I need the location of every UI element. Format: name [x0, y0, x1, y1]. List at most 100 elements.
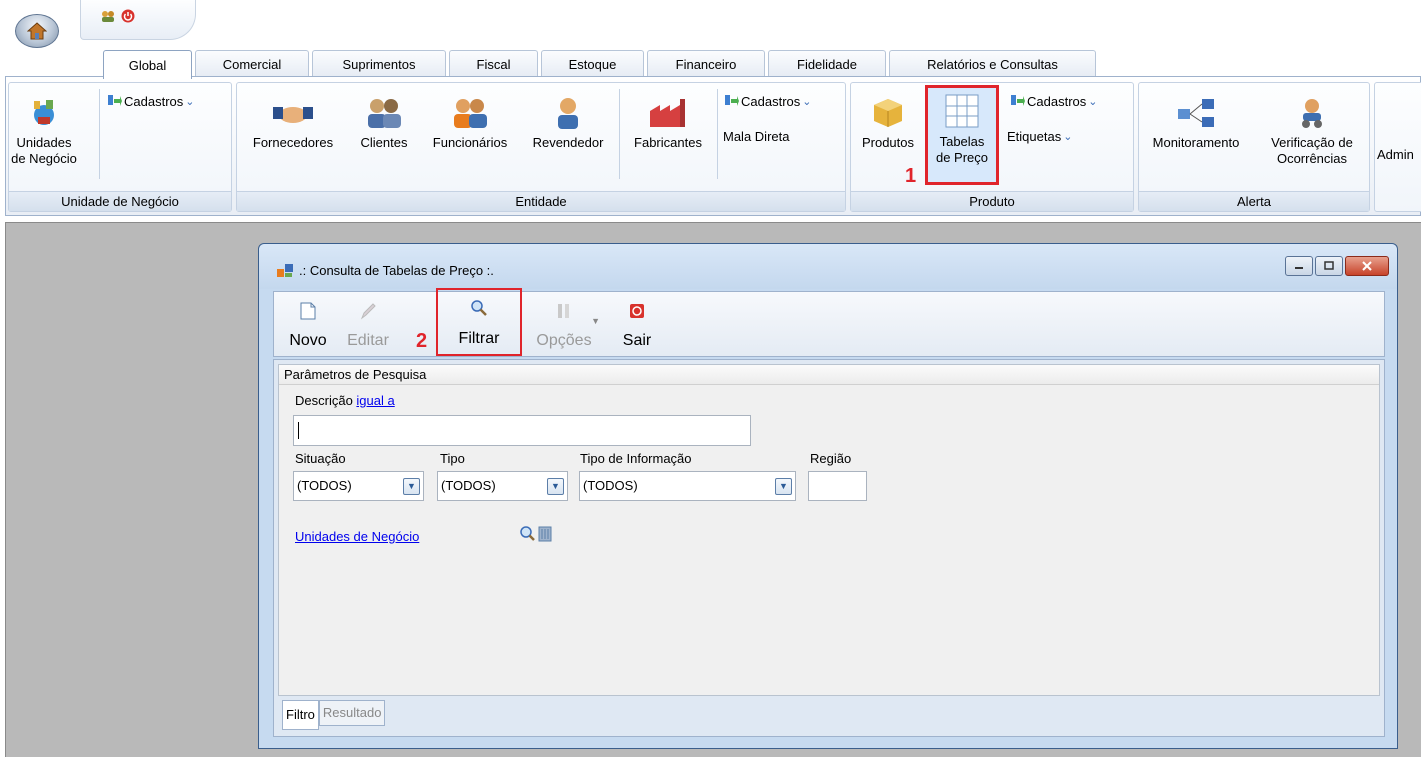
bottom-tabs: Filtro Resultado [282, 700, 386, 730]
tipo-value: (TODOS) [441, 478, 496, 493]
sair-button[interactable]: Sair [612, 296, 662, 356]
chevron-down-icon[interactable]: ▼ [775, 478, 792, 495]
tipo-select[interactable]: (TODOS) ▼ [437, 471, 568, 501]
tipo-informacao-select[interactable]: (TODOS) ▼ [579, 471, 796, 501]
funcionarios-label: Funcionários [432, 135, 508, 150]
cadastros-label: Cadastros [741, 93, 801, 109]
cadastros-label: Cadastros [1027, 93, 1087, 109]
reseller-icon [558, 98, 578, 129]
tab-relatorios-consultas[interactable]: Relatórios e Consultas [889, 50, 1096, 77]
unidades-negocio-link[interactable]: Unidades de Negócio [295, 529, 419, 544]
editar-label: Editar [347, 332, 389, 349]
tab-resultado[interactable]: Resultado [318, 700, 386, 726]
verificacao-ocorrencias-button[interactable]: Verificação de Ocorrências [1255, 97, 1369, 167]
window-toolbar: Novo Editar Filtrar 2 Opções ▼ Sair [273, 288, 1385, 357]
tabelas-label: Tabelas [939, 134, 985, 149]
title-bar [0, 0, 1421, 50]
tipo-label: Tipo [440, 451, 465, 466]
new-document-icon [300, 302, 316, 320]
import-icon [725, 95, 739, 106]
ribbon: Unidades de Negócio Cadastros ⌄ Unidade … [5, 76, 1421, 216]
box-icon [874, 99, 902, 127]
power-icon[interactable] [121, 9, 135, 23]
close-button[interactable] [1345, 256, 1389, 276]
separator [619, 89, 620, 179]
descricao-input[interactable] [293, 415, 751, 446]
ribbon-group-produto: Produtos Tabelas de Preço 1 Cadastros ⌄ … [850, 82, 1134, 212]
regiao-label: Região [810, 451, 852, 466]
group-label: Entidade [237, 191, 845, 211]
funcionarios-button[interactable]: Funcionários [419, 97, 521, 151]
regiao-input[interactable] [808, 471, 867, 501]
tipo-informacao-value: (TODOS) [583, 478, 638, 493]
cadastros-dropdown-produto[interactable]: Cadastros ⌄ [1009, 93, 1097, 109]
cadastros-dropdown-entidade[interactable]: Cadastros ⌄ [723, 93, 811, 109]
chevron-down-icon[interactable]: ▼ [547, 478, 564, 495]
fabricantes-label: Fabricantes [634, 135, 702, 150]
ribbon-group-admin: Admin [1374, 82, 1421, 212]
group-label: Produto [851, 191, 1133, 211]
clientes-button[interactable]: Clientes [349, 97, 419, 151]
maximize-icon [1324, 261, 1334, 270]
tab-global[interactable]: Global [103, 50, 192, 79]
opcoes-dropdown-button[interactable]: Opções ▼ [528, 296, 600, 356]
descricao-row: Descrição igual a [295, 393, 395, 408]
de-preco-label: de Preço [935, 150, 989, 165]
chevron-down-icon[interactable]: ▼ [403, 478, 420, 495]
users-icon[interactable] [101, 9, 115, 23]
admin-label: Admin [1377, 147, 1414, 162]
negocio-label: de Negócio [11, 151, 77, 166]
fornecedores-button[interactable]: Fornecedores [241, 97, 345, 151]
tab-filtro[interactable]: Filtro [282, 700, 319, 730]
etiquetas-dropdown[interactable]: Etiquetas ⌄ [1007, 129, 1072, 144]
minimize-icon [1295, 267, 1303, 269]
group-label: Unidade de Negócio [9, 191, 231, 211]
produtos-button[interactable]: Produtos [853, 97, 923, 151]
factory-icon [650, 99, 685, 127]
tab-estoque[interactable]: Estoque [541, 50, 644, 77]
situacao-select[interactable]: (TODOS) ▼ [293, 471, 424, 501]
tab-fidelidade[interactable]: Fidelidade [768, 50, 886, 77]
employees-icon [454, 99, 487, 128]
handshake-icon [273, 107, 313, 123]
maximize-button[interactable] [1315, 256, 1343, 276]
opcoes-label: Opções [536, 332, 592, 349]
editar-button[interactable]: Editar [338, 296, 398, 356]
filtrar-label: Filtrar [458, 330, 500, 347]
table-grid-icon [945, 94, 979, 128]
parametros-pesquisa-group: Parâmetros de Pesquisa Descrição igual a… [278, 364, 1380, 696]
app-menu-button[interactable] [15, 14, 59, 48]
fornecedores-label: Fornecedores [252, 135, 334, 150]
eraser-icon[interactable] [537, 525, 553, 545]
cadastros-label: Cadastros [124, 93, 184, 109]
filtrar-button[interactable]: Filtrar [436, 288, 522, 356]
sair-label: Sair [622, 332, 652, 349]
import-icon [1011, 95, 1025, 106]
tab-suprimentos[interactable]: Suprimentos [312, 50, 446, 77]
novo-button[interactable]: Novo [278, 296, 338, 356]
admin-button[interactable]: Admin [1377, 147, 1421, 163]
minimize-button[interactable] [1285, 256, 1313, 276]
mala-direta-button[interactable]: Mala Direta [723, 129, 789, 144]
cadastros-dropdown-unidade[interactable]: Cadastros ⌄ [106, 93, 194, 109]
panel-title: Parâmetros de Pesquisa [279, 365, 1379, 385]
business-units-icon [34, 100, 54, 125]
tab-fiscal[interactable]: Fiscal [449, 50, 538, 77]
tab-financeiro[interactable]: Financeiro [647, 50, 765, 77]
tools-icon [558, 304, 569, 318]
produtos-label: Produtos [861, 135, 915, 150]
home-icon [27, 22, 47, 40]
ribbon-tabs: Global Comercial Suprimentos Fiscal Esto… [0, 50, 1421, 79]
tabelas-preco-button[interactable]: Tabelas de Preço [925, 85, 999, 185]
window-app-icon [277, 264, 293, 277]
revendedor-button[interactable]: Revendedor [521, 97, 615, 151]
tab-comercial[interactable]: Comercial [195, 50, 309, 77]
descricao-operator-link[interactable]: igual a [356, 393, 394, 408]
monitoramento-button[interactable]: Monitoramento [1139, 97, 1253, 151]
window-titlebar[interactable]: .: Consulta de Tabelas de Preço :. [259, 244, 1397, 289]
unidades-negocio-button[interactable]: Unidades de Negócio [11, 97, 77, 167]
fabricantes-button[interactable]: Fabricantes [622, 97, 714, 151]
revendedor-label: Revendedor [532, 135, 604, 150]
chevron-down-icon: ⌄ [1063, 131, 1073, 143]
close-icon [1362, 261, 1372, 271]
